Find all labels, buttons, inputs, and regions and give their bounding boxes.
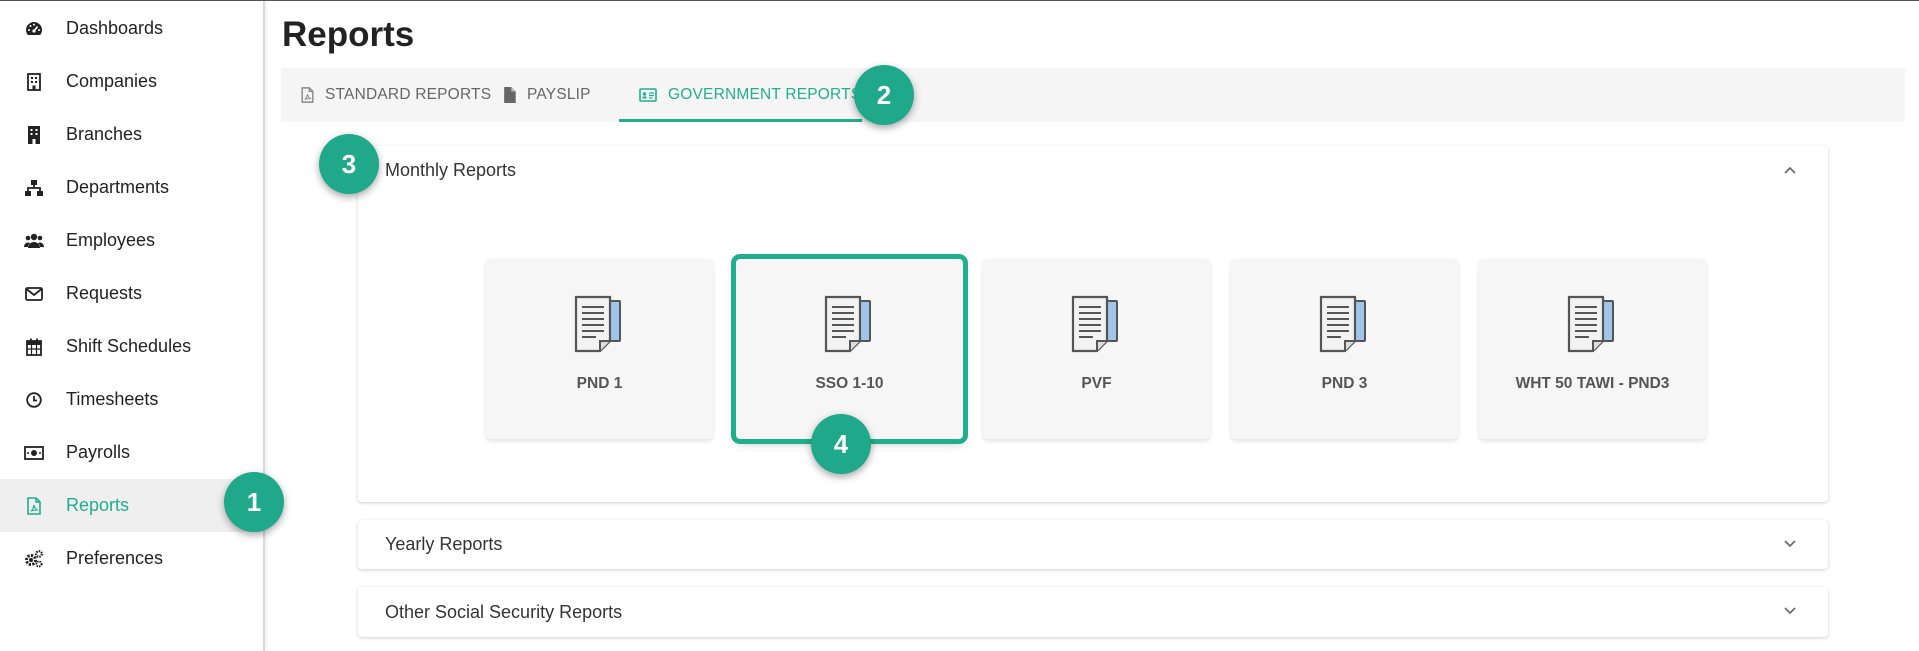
chevron-down-icon[interactable] bbox=[1782, 536, 1798, 552]
pdf-file-icon bbox=[301, 87, 314, 103]
report-card-sso-1-10[interactable]: SSO 1-10 bbox=[731, 254, 968, 444]
tab-payslip[interactable]: PAYSLIP bbox=[503, 68, 591, 122]
sidebar-item-branches[interactable]: Branches bbox=[0, 108, 263, 161]
report-card-wht-50-tawi-pnd3[interactable]: WHT 50 TAWI - PND3 bbox=[1479, 259, 1706, 439]
yearly-reports-panel: Yearly Reports bbox=[358, 520, 1828, 569]
document-icon bbox=[1567, 295, 1614, 353]
tab-label: GOVERNMENT REPORTS bbox=[668, 86, 862, 103]
step-badge-3: 3 bbox=[319, 134, 379, 194]
chevron-up-icon[interactable] bbox=[1782, 162, 1798, 178]
sidebar: Dashboards Companies Branches Department… bbox=[0, 1, 265, 651]
id-card-icon bbox=[639, 88, 657, 102]
sidebar-item-label: Reports bbox=[66, 495, 130, 515]
sidebar-item-shift-schedules[interactable]: Shift Schedules bbox=[0, 320, 263, 373]
other-social-security-reports-panel: Other Social Security Reports bbox=[358, 587, 1828, 637]
dashboard-gauge-icon bbox=[24, 19, 44, 39]
sidebar-item-label: Employees bbox=[66, 230, 156, 250]
active-tab-indicator bbox=[619, 119, 862, 122]
card-label: SSO 1-10 bbox=[815, 375, 884, 392]
report-tabs: STANDARD REPORTS PAYSLIP GOVERNMENT REPO… bbox=[281, 68, 1905, 122]
users-icon bbox=[24, 231, 44, 251]
file-icon bbox=[504, 87, 516, 103]
report-card-pnd3[interactable]: PND 3 bbox=[1231, 259, 1458, 439]
other-social-security-reports-header[interactable]: Other Social Security Reports bbox=[358, 587, 1828, 637]
panel-title: Monthly Reports bbox=[385, 159, 517, 180]
sidebar-item-timesheets[interactable]: Timesheets bbox=[0, 373, 263, 426]
card-label: WHT 50 TAWI - PND3 bbox=[1515, 375, 1670, 392]
sidebar-item-dashboards[interactable]: Dashboards bbox=[0, 2, 263, 55]
envelope-icon bbox=[24, 284, 44, 304]
sidebar-item-departments[interactable]: Departments bbox=[0, 161, 263, 214]
card-label: PND 3 bbox=[1321, 375, 1368, 392]
step-badge-1: 1 bbox=[224, 472, 284, 532]
document-icon bbox=[1319, 295, 1366, 353]
sidebar-item-label: Branches bbox=[66, 124, 143, 144]
tab-label: STANDARD REPORTS bbox=[325, 86, 492, 103]
main-content: Reports STANDARD REPORTS PAYSLIP GOVERNM… bbox=[265, 1, 1919, 651]
tab-standard-reports[interactable]: STANDARD REPORTS bbox=[301, 68, 491, 122]
report-card-pnd1[interactable]: PND 1 bbox=[486, 259, 713, 439]
sidebar-item-label: Dashboards bbox=[66, 18, 164, 38]
chevron-down-icon[interactable] bbox=[1782, 603, 1798, 619]
clock-icon bbox=[24, 390, 44, 410]
gears-icon bbox=[24, 549, 44, 569]
calendar-icon bbox=[24, 337, 44, 357]
card-label: PND 1 bbox=[576, 375, 623, 392]
sidebar-item-label: Timesheets bbox=[66, 389, 159, 409]
sidebar-item-requests[interactable]: Requests bbox=[0, 267, 263, 320]
sidebar-item-label: Payrolls bbox=[66, 442, 131, 462]
document-icon bbox=[824, 295, 871, 353]
sidebar-item-payrolls[interactable]: Payrolls bbox=[0, 426, 263, 479]
monthly-reports-panel: Monthly Reports PND 1 SSO 1-10 PVF PND 3… bbox=[358, 146, 1828, 502]
tab-government-reports[interactable]: GOVERNMENT REPORTS bbox=[639, 68, 861, 122]
sidebar-item-label: Companies bbox=[66, 71, 158, 91]
money-bill-icon bbox=[24, 443, 44, 463]
panel-title: Other Social Security Reports bbox=[385, 601, 623, 622]
document-icon bbox=[1071, 295, 1118, 353]
pdf-file-icon bbox=[24, 496, 44, 516]
monthly-reports-header[interactable]: Monthly Reports bbox=[358, 146, 1828, 194]
step-badge-2: 2 bbox=[854, 65, 914, 125]
sidebar-item-preferences[interactable]: Preferences bbox=[0, 532, 263, 585]
sidebar-item-label: Requests bbox=[66, 283, 143, 303]
sidebar-item-companies[interactable]: Companies bbox=[0, 55, 263, 108]
step-badge-4: 4 bbox=[811, 414, 871, 474]
card-label: PVF bbox=[1081, 375, 1112, 392]
tab-label: PAYSLIP bbox=[527, 86, 591, 103]
sidebar-item-label: Departments bbox=[66, 177, 170, 197]
org-chart-icon bbox=[24, 178, 44, 198]
yearly-reports-header[interactable]: Yearly Reports bbox=[358, 520, 1828, 569]
sidebar-item-label: Shift Schedules bbox=[66, 336, 192, 356]
document-icon bbox=[574, 295, 621, 353]
report-card-pvf[interactable]: PVF bbox=[983, 259, 1210, 439]
page-title: Reports bbox=[282, 15, 415, 54]
building-icon bbox=[24, 72, 44, 92]
panel-title: Yearly Reports bbox=[385, 534, 503, 554]
sidebar-item-employees[interactable]: Employees bbox=[0, 214, 263, 267]
sidebar-item-label: Preferences bbox=[66, 548, 164, 568]
office-building-icon bbox=[24, 125, 44, 145]
